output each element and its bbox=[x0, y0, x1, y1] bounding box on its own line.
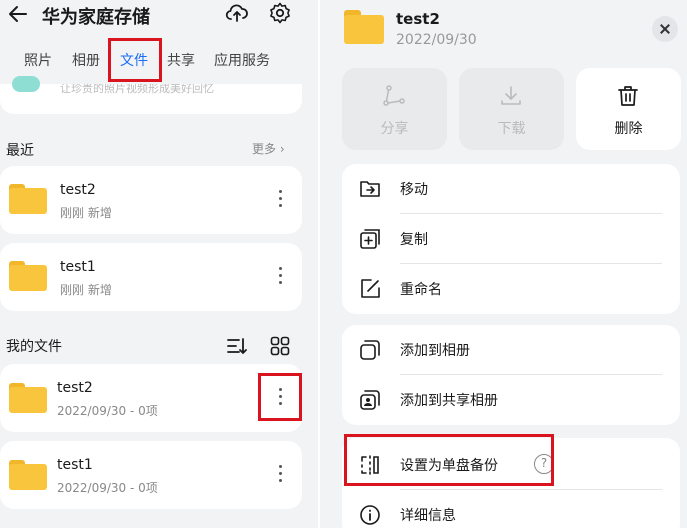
menu-group-edit: 移动 复制 重命名 bbox=[342, 164, 680, 314]
file-meta: 刚刚 新增 bbox=[60, 206, 112, 220]
share-icon bbox=[383, 85, 405, 106]
my-files-section-title: 我的文件 bbox=[6, 339, 62, 355]
more-label: 更多 bbox=[252, 142, 277, 156]
my-file-card[interactable]: test1 2022/09/30 - 0项 bbox=[0, 441, 302, 509]
folder-icon bbox=[9, 184, 47, 214]
file-name: test1 bbox=[60, 259, 96, 275]
cloud-upload-icon[interactable] bbox=[225, 1, 249, 25]
tab-app-services[interactable]: 应用服务 bbox=[214, 50, 270, 70]
menu-group-album: 添加到相册 添加到共享相册 bbox=[342, 325, 680, 425]
trash-icon bbox=[618, 86, 638, 106]
top-bar: 华为家庭存储 bbox=[0, 0, 320, 34]
folder-icon bbox=[9, 261, 47, 291]
more-link[interactable]: 更多 › bbox=[252, 140, 285, 157]
tab-photos[interactable]: 照片 bbox=[24, 50, 52, 70]
download-icon bbox=[501, 86, 521, 105]
backup-highlight bbox=[344, 434, 554, 486]
menu-label: 详细信息 bbox=[400, 508, 456, 524]
menu-item-add-to-album[interactable]: 添加到相册 bbox=[342, 325, 680, 375]
banner-card[interactable]: 让珍贵的照片视频形成美好回忆 bbox=[0, 76, 302, 114]
sort-icon[interactable] bbox=[226, 336, 248, 356]
close-button[interactable] bbox=[652, 16, 678, 42]
delete-button[interactable]: 删除 bbox=[576, 68, 681, 150]
recent-section-title: 最近 bbox=[6, 143, 34, 159]
move-icon bbox=[360, 181, 380, 197]
share-label: 分享 bbox=[380, 121, 409, 137]
menu-label: 复制 bbox=[400, 232, 428, 248]
grid-view-icon[interactable] bbox=[270, 336, 290, 356]
album-icon bbox=[360, 340, 380, 360]
tab-shared[interactable]: 共享 bbox=[167, 50, 195, 70]
folder-icon bbox=[9, 383, 47, 413]
back-arrow-icon[interactable] bbox=[6, 2, 30, 26]
file-meta: 2022/09/30 - 0项 bbox=[57, 404, 158, 418]
more-options-icon[interactable] bbox=[277, 465, 283, 483]
tab-files-highlight bbox=[108, 38, 162, 82]
download-button[interactable]: 下载 bbox=[459, 68, 564, 150]
sheet-date: 2022/09/30 bbox=[396, 32, 477, 48]
chevron-right-icon: › bbox=[279, 142, 285, 156]
banner-illustration bbox=[12, 76, 40, 92]
file-meta: 刚刚 新增 bbox=[60, 283, 112, 297]
menu-item-details[interactable]: 详细信息 bbox=[342, 490, 680, 528]
file-browser-panel: 华为家庭存储 照片 相册 文件 共享 应用服务 让珍贵的照片视频形成美好回忆 最… bbox=[0, 0, 320, 528]
my-file-card[interactable]: test2 2022/09/30 - 0项 bbox=[0, 364, 302, 432]
tab-albums[interactable]: 相册 bbox=[72, 50, 100, 70]
app-title: 华为家庭存储 bbox=[42, 7, 150, 28]
copy-icon bbox=[360, 229, 380, 249]
more-options-icon[interactable] bbox=[277, 267, 283, 285]
menu-label: 移动 bbox=[400, 182, 428, 198]
file-name: test1 bbox=[57, 457, 93, 473]
download-label: 下载 bbox=[497, 121, 526, 137]
delete-label: 删除 bbox=[614, 121, 643, 137]
sheet-title: test2 bbox=[396, 10, 440, 28]
file-meta: 2022/09/30 - 0项 bbox=[57, 481, 158, 495]
gear-icon[interactable] bbox=[268, 1, 292, 25]
recent-file-card[interactable]: test1 刚刚 新增 bbox=[0, 243, 302, 311]
folder-icon bbox=[344, 10, 384, 44]
menu-item-copy[interactable]: 复制 bbox=[342, 214, 680, 264]
more-options-icon[interactable] bbox=[277, 190, 283, 208]
share-button[interactable]: 分享 bbox=[342, 68, 447, 150]
folder-icon bbox=[9, 460, 47, 490]
recent-file-card[interactable]: test2 刚刚 新增 bbox=[0, 166, 302, 234]
menu-label: 重命名 bbox=[400, 282, 442, 298]
banner-text: 让珍贵的照片视频形成美好回忆 bbox=[60, 84, 214, 94]
menu-label: 添加到相册 bbox=[400, 343, 470, 359]
info-icon bbox=[360, 505, 380, 525]
menu-item-rename[interactable]: 重命名 bbox=[342, 264, 680, 314]
shared-album-icon bbox=[360, 390, 380, 410]
file-name: test2 bbox=[60, 182, 96, 198]
file-name: test2 bbox=[57, 380, 93, 396]
rename-icon bbox=[361, 279, 380, 298]
menu-item-move[interactable]: 移动 bbox=[342, 164, 680, 214]
menu-item-add-to-shared-album[interactable]: 添加到共享相册 bbox=[342, 375, 680, 425]
menu-label: 添加到共享相册 bbox=[400, 393, 498, 409]
more-options-highlight bbox=[258, 373, 302, 421]
